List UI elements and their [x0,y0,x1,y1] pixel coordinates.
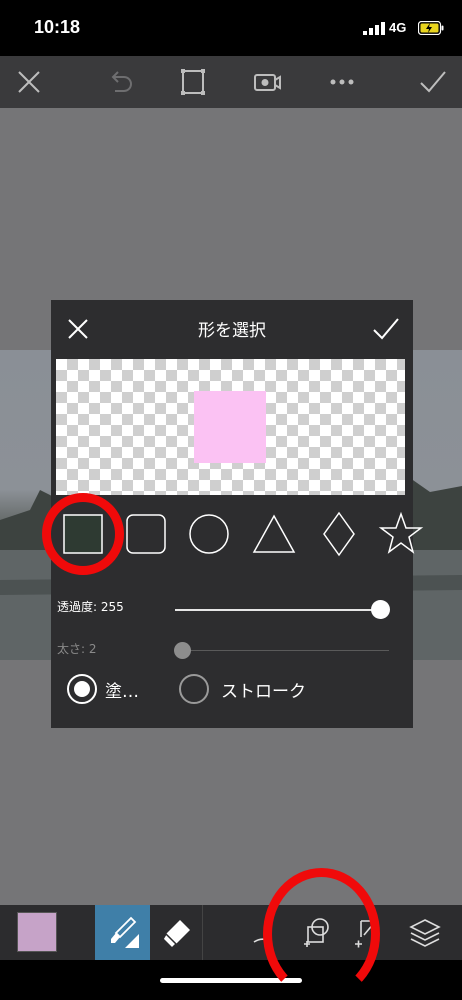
video-icon[interactable] [252,68,282,96]
highlight-circle-shape-tool [263,868,380,1000]
highlight-circle-square-shape [42,493,124,575]
cellular-signal-icon [363,22,385,35]
thickness-slider-track[interactable] [175,650,389,651]
opacity-slider-thumb[interactable] [371,600,390,619]
stroke-radio[interactable] [179,674,209,704]
opacity-slider-track[interactable] [175,609,381,611]
battery-charging-icon [418,21,444,35]
status-bar: 10:18 4G [0,0,462,56]
fill-radio-dot [74,681,90,697]
crop-icon[interactable] [178,68,208,96]
layers-icon[interactable] [408,916,442,950]
bottom-toolbar [0,905,462,960]
rounded-square-icon[interactable] [122,510,170,558]
apply-check-icon[interactable] [418,68,448,96]
shape-preview-area [56,359,405,495]
top-toolbar [0,56,462,108]
triangle-icon[interactable] [250,510,298,558]
color-swatch[interactable] [17,912,57,952]
toolbar-divider [202,905,203,960]
diamond-icon[interactable] [315,510,363,558]
shape-preview [194,391,266,463]
more-icon[interactable] [327,68,357,96]
dialog-title: 形を選択 [198,321,266,341]
close-icon[interactable] [14,68,44,96]
network-type: 4G [389,20,407,35]
star-icon[interactable] [377,510,425,558]
status-time: 10:18 [34,17,81,37]
undo-icon[interactable] [105,68,135,96]
fill-radio[interactable] [67,674,97,704]
brush-icon [111,916,139,948]
home-indicator-area [0,960,462,1000]
opacity-label: 透過度: 255 [57,600,124,614]
dialog-confirm-icon[interactable] [372,316,400,342]
circle-icon[interactable] [185,510,233,558]
thickness-slider-thumb[interactable] [174,642,191,659]
brush-tool-button[interactable] [95,905,150,960]
eraser-icon[interactable] [160,916,194,950]
thickness-label: 太さ: 2 [57,642,97,656]
fill-label: 塗… [105,682,139,702]
stroke-label: ストローク [221,682,306,702]
